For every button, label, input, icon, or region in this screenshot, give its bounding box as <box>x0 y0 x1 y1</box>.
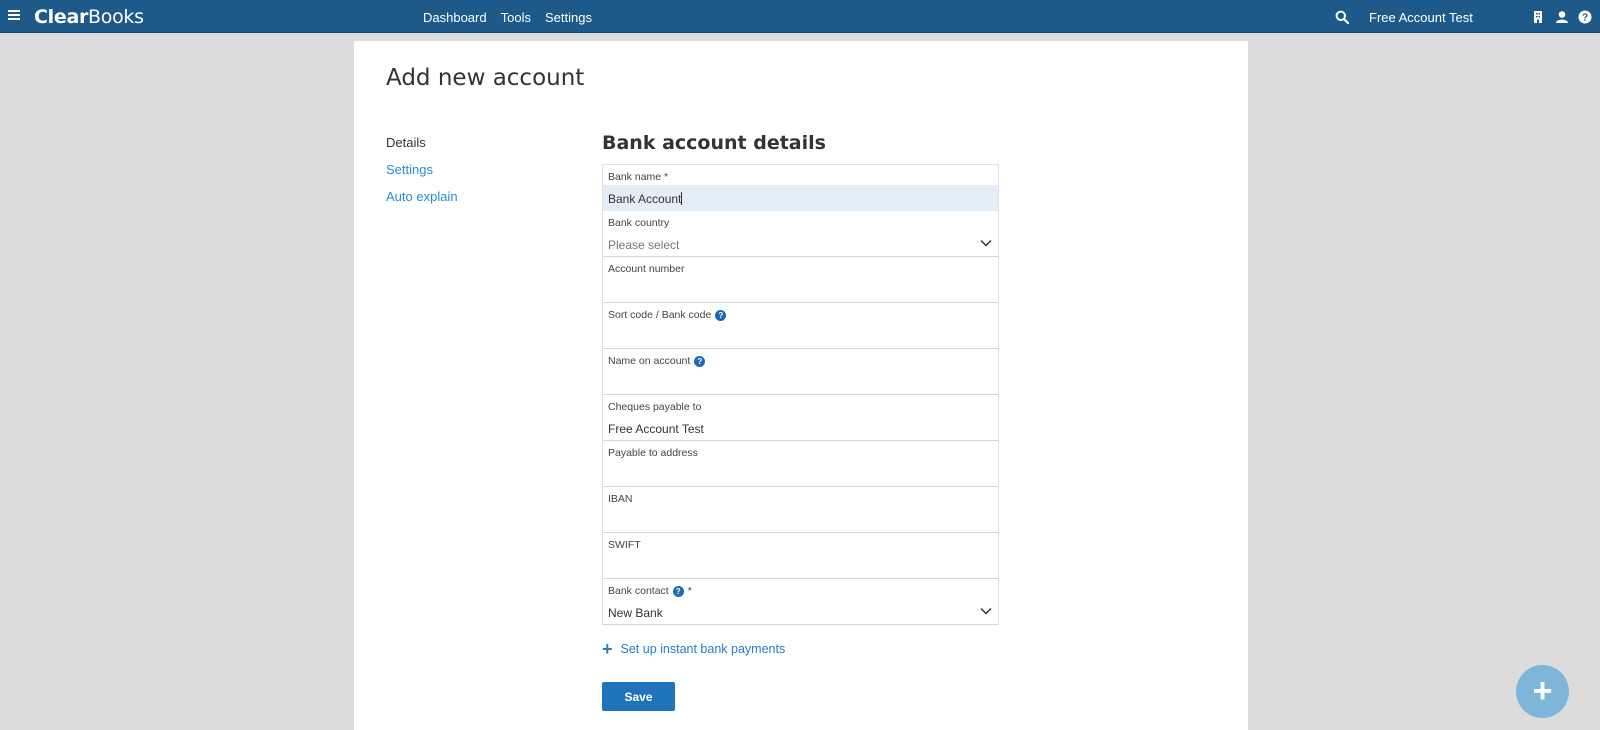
bank-country-label: Bank country <box>608 217 670 229</box>
bank-name-value: Bank Account <box>608 192 682 206</box>
user-icon[interactable] <box>1555 10 1569 24</box>
bank-name-input[interactable]: Bank Account <box>608 192 683 206</box>
instant-payments-link[interactable]: + Set up instant bank payments <box>602 639 786 659</box>
bank-account-form: Bank name * Bank Account Bank country Pl… <box>602 164 999 625</box>
instant-payments-label: Set up instant bank payments <box>620 642 786 656</box>
bank-contact-label: Bank contact <box>608 585 669 597</box>
cheques-payable-field[interactable]: Cheques payable to Free Account Test <box>603 395 998 441</box>
menu-icon[interactable] <box>8 10 20 22</box>
bank-name-label: Bank name * <box>608 171 669 183</box>
cheques-payable-input[interactable]: Free Account Test <box>608 422 704 436</box>
name-on-account-field[interactable]: Name on account? <box>603 349 998 395</box>
section-nav-settings[interactable]: Settings <box>386 162 458 177</box>
account-number-field[interactable]: Account number <box>603 257 998 303</box>
bank-contact-select[interactable]: Bank contact? * New Bank <box>603 579 998 625</box>
section-nav-details[interactable]: Details <box>386 135 458 150</box>
brand-logo[interactable]: ClearBooks <box>34 6 144 28</box>
payable-address-field[interactable]: Payable to address <box>603 441 998 487</box>
sort-code-field[interactable]: Sort code / Bank code? <box>603 303 998 349</box>
brand-name-bold: Clear <box>34 6 89 28</box>
field-label: Sort code / Bank code? <box>608 309 727 321</box>
section-nav: Details Settings Auto explain <box>386 135 458 216</box>
plus-icon: + <box>602 639 613 659</box>
iban-field[interactable]: IBAN <box>603 487 998 533</box>
required-marker: * <box>687 585 692 597</box>
bank-contact-value: New Bank <box>608 606 663 620</box>
bank-country-value: Please select <box>608 238 680 252</box>
bank-name-field[interactable]: Bank name * Bank Account <box>603 165 998 211</box>
account-switcher[interactable]: Free Account Test <box>1369 10 1473 25</box>
field-label: Bank name * <box>608 171 668 183</box>
help-icon[interactable]: ? <box>694 355 706 367</box>
svg-text:?: ? <box>1582 13 1588 24</box>
top-navigation-bar: ClearBooks Dashboard Tools Settings Free… <box>0 0 1600 33</box>
bank-country-select[interactable]: Bank country Please select <box>603 211 998 257</box>
chevron-down-icon[interactable] <box>980 607 992 615</box>
iban-label: IBAN <box>608 493 633 505</box>
section-nav-auto-explain[interactable]: Auto explain <box>386 189 458 204</box>
chevron-down-icon[interactable] <box>980 239 992 247</box>
field-label: Bank contact? * <box>608 585 692 597</box>
section-title: Bank account details <box>602 132 826 154</box>
text-caret <box>681 192 683 205</box>
help-icon[interactable]: ? <box>1578 10 1592 24</box>
field-label: Name on account? <box>608 355 706 367</box>
search-icon[interactable] <box>1335 10 1349 24</box>
add-fab-button[interactable]: + <box>1516 665 1569 718</box>
brand-name-light: Books <box>88 6 144 28</box>
main-card: Add new account Details Settings Auto ex… <box>354 41 1248 730</box>
nav-settings[interactable]: Settings <box>545 10 592 25</box>
plus-icon: + <box>1532 672 1553 710</box>
main-nav: Dashboard Tools Settings <box>423 10 592 25</box>
building-icon[interactable] <box>1531 10 1545 24</box>
save-button[interactable]: Save <box>602 682 675 711</box>
payable-address-label: Payable to address <box>608 447 698 459</box>
nav-tools[interactable]: Tools <box>501 10 531 25</box>
sort-code-label: Sort code / Bank code <box>608 309 712 321</box>
cheques-payable-label: Cheques payable to <box>608 401 702 413</box>
swift-label: SWIFT <box>608 539 641 551</box>
help-icon[interactable]: ? <box>715 309 727 321</box>
page-title: Add new account <box>386 65 585 91</box>
swift-field[interactable]: SWIFT <box>603 533 998 579</box>
nav-dashboard[interactable]: Dashboard <box>423 10 487 25</box>
account-number-label: Account number <box>608 263 685 275</box>
help-icon[interactable]: ? <box>672 585 684 597</box>
name-on-account-label: Name on account <box>608 355 691 367</box>
